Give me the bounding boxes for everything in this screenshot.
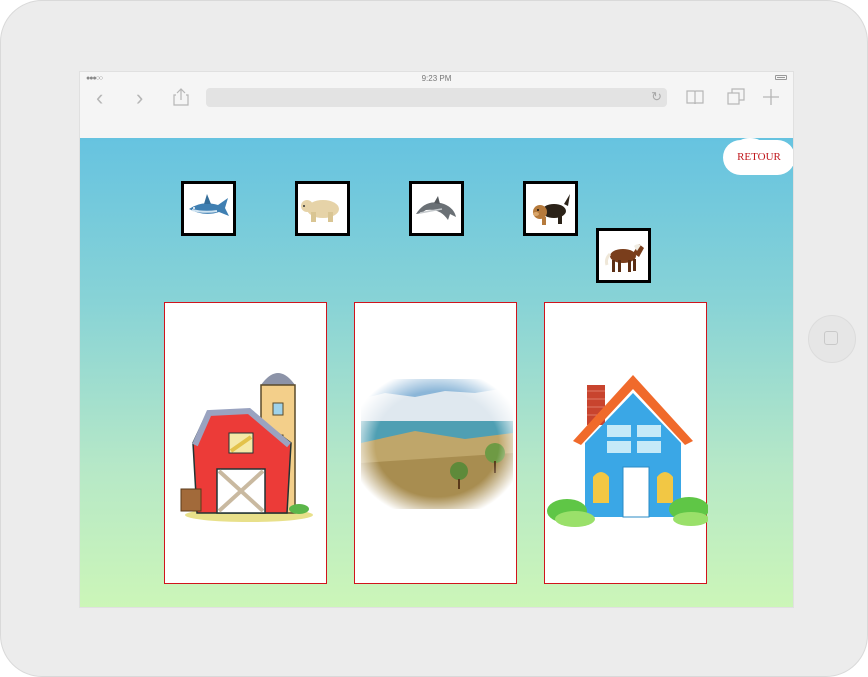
home-button[interactable] (808, 315, 856, 363)
tabs-icon[interactable] (727, 88, 745, 106)
home-icon (824, 331, 838, 345)
polar-bear-icon (301, 200, 339, 222)
forward-icon[interactable]: › (136, 86, 143, 110)
address-bar[interactable]: ↻ (206, 88, 667, 107)
tablet-frame: ●●●○○ 9:23 PM ‹ › ↻ RETOUR (0, 0, 868, 677)
animal-card-dog[interactable] (523, 181, 578, 236)
bookmarks-icon[interactable] (686, 88, 704, 106)
status-time: 9:23 PM (421, 74, 452, 83)
house-icon (547, 375, 708, 527)
wild-landscape-icon (361, 379, 513, 509)
dolphin-icon (416, 196, 456, 220)
reload-icon[interactable]: ↻ (651, 89, 662, 105)
game-area: RETOUR (80, 138, 793, 607)
habitat-wild-landscape[interactable] (354, 302, 517, 584)
horse-icon (604, 244, 644, 272)
dog-icon (533, 194, 570, 225)
shark-icon (189, 194, 229, 216)
animal-card-polar-bear[interactable] (295, 181, 350, 236)
back-icon[interactable]: ‹ (96, 86, 103, 110)
share-icon[interactable] (172, 88, 190, 106)
animal-card-dolphin[interactable] (409, 181, 464, 236)
farm-barn-icon (180, 373, 313, 522)
retour-button[interactable]: RETOUR (725, 138, 793, 173)
animal-card-shark[interactable] (181, 181, 236, 236)
animal-card-horse[interactable] (596, 228, 651, 283)
battery-icon (775, 75, 787, 80)
browser-screen: ●●●○○ 9:23 PM ‹ › ↻ RETOUR (79, 71, 794, 608)
habitat-house[interactable] (544, 302, 708, 584)
new-tab-icon[interactable] (762, 88, 780, 106)
browser-toolbar: ●●●○○ 9:23 PM ‹ › ↻ (80, 72, 793, 139)
habitat-farm[interactable] (164, 302, 327, 584)
